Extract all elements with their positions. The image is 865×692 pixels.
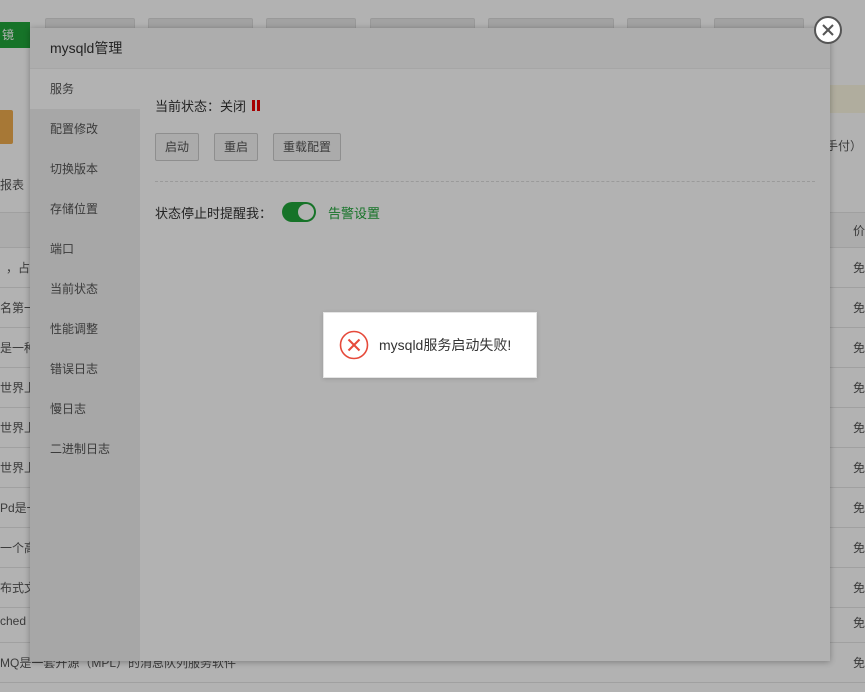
close-icon <box>822 24 834 36</box>
error-circle-icon <box>339 330 369 360</box>
close-dialog-button[interactable] <box>814 16 842 44</box>
error-toast: mysqld服务启动失败! <box>323 312 537 378</box>
toast-message: mysqld服务启动失败! <box>379 337 512 353</box>
